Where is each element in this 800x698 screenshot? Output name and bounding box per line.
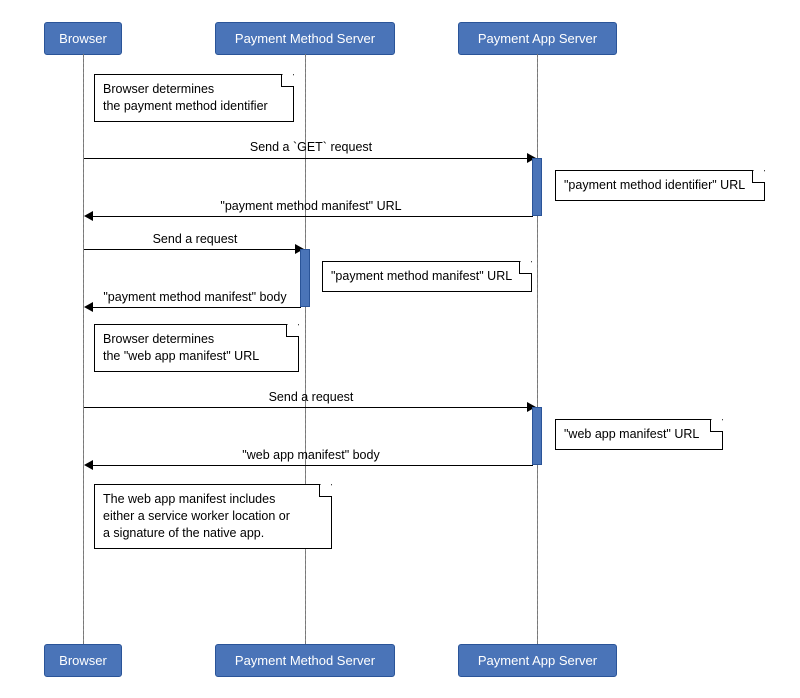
message-wam-body [89, 465, 533, 466]
participant-pms-top: Payment Method Server [215, 22, 395, 55]
participant-label: Browser [59, 31, 107, 46]
note-text: "payment method manifest" URL [331, 269, 512, 283]
message-pmm-body [89, 307, 301, 308]
arrow-icon [84, 302, 93, 312]
note-text: "payment method identifier" URL [564, 178, 745, 192]
participant-pas-top: Payment App Server [458, 22, 617, 55]
note-text: "web app manifest" URL [564, 427, 699, 441]
note-determine-identifier: Browser determines the payment method id… [94, 74, 294, 122]
participant-pms-bottom: Payment Method Server [215, 644, 395, 677]
arrow-icon [84, 211, 93, 221]
participant-pas-bottom: Payment App Server [458, 644, 617, 677]
message-label-pmm-body: "payment method manifest" body [84, 290, 306, 304]
message-label-req-pms: Send a request [84, 232, 306, 246]
note-text: Browser determines the "web app manifest… [103, 332, 259, 363]
message-label-req-pas: Send a request [84, 390, 538, 404]
message-req-pms [84, 249, 300, 250]
message-label-get: Send a `GET` request [84, 140, 538, 154]
note-text: Browser determines the payment method id… [103, 82, 268, 113]
participant-browser-bottom: Browser [44, 644, 122, 677]
note-wam-includes: The web app manifest includes either a s… [94, 484, 332, 549]
note-text: The web app manifest includes either a s… [103, 492, 290, 540]
note-pmi-url: "payment method identifier" URL [555, 170, 765, 201]
participant-label: Payment Method Server [235, 31, 375, 46]
message-get [84, 158, 532, 159]
note-determine-wam: Browser determines the "web app manifest… [94, 324, 299, 372]
arrow-icon [84, 460, 93, 470]
note-wam-url: "web app manifest" URL [555, 419, 723, 450]
message-pmm-url [89, 216, 533, 217]
participant-label: Browser [59, 653, 107, 668]
participant-label: Payment App Server [478, 653, 597, 668]
message-req-pas [84, 407, 532, 408]
message-label-pmm-url: "payment method manifest" URL [84, 199, 538, 213]
message-label-wam-body: "web app manifest" body [84, 448, 538, 462]
participant-label: Payment App Server [478, 31, 597, 46]
participant-label: Payment Method Server [235, 653, 375, 668]
participant-browser-top: Browser [44, 22, 122, 55]
note-pmm-url: "payment method manifest" URL [322, 261, 532, 292]
